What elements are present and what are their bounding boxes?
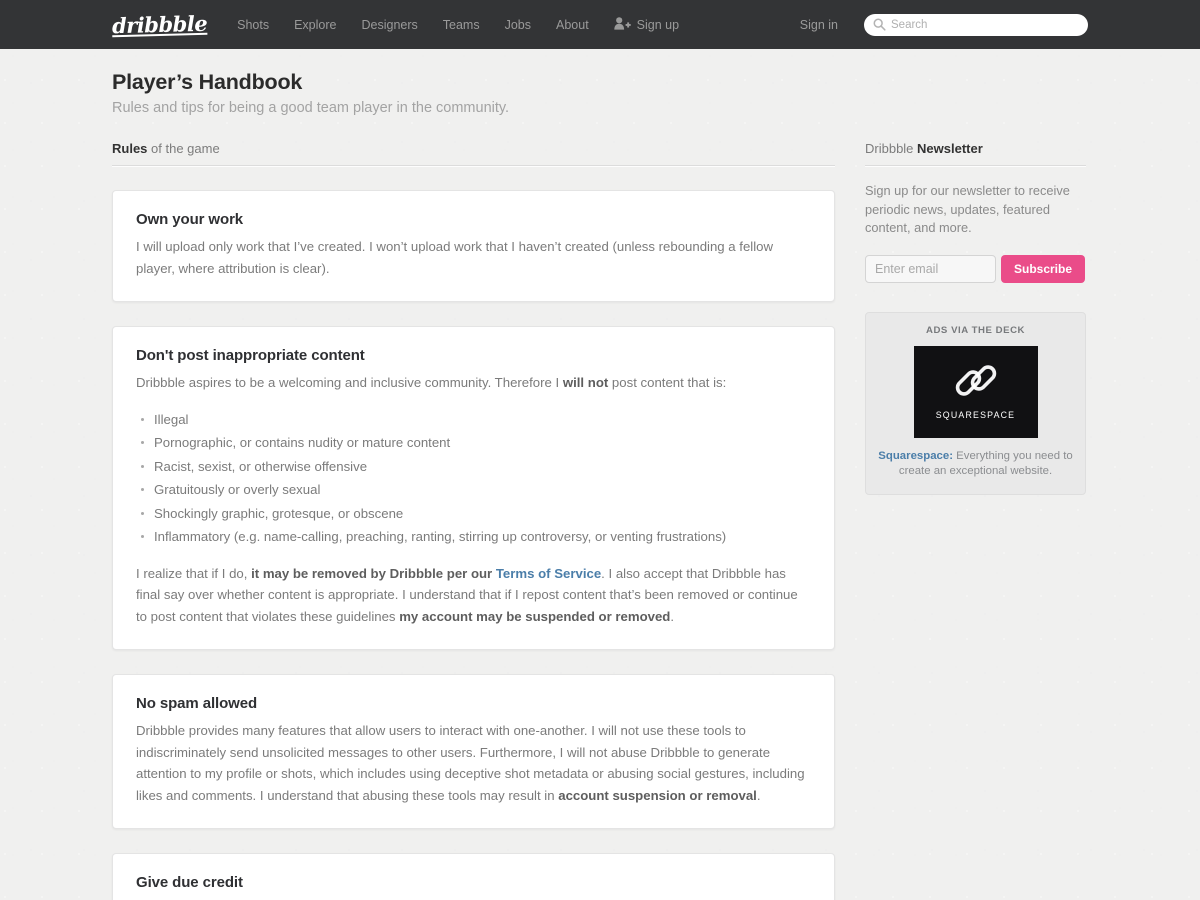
outro-text-c: . [670, 608, 675, 624]
nav-link-designers[interactable]: Designers [361, 18, 417, 32]
search-field-wrapper [864, 13, 1088, 36]
nav-link-teams[interactable]: Teams [443, 18, 480, 32]
newsletter-heading: Dribbble Newsletter [865, 141, 1086, 166]
main-content-column: Rules of the game Own your work I will u… [112, 141, 835, 900]
newsletter-heading-bold: Newsletter [917, 141, 983, 156]
newsletter-description: Sign up for our newsletter to receive pe… [865, 183, 1070, 235]
body-text-bold: account suspension or removal [558, 787, 757, 803]
list-item: Gratuitously or overly sexual [141, 478, 811, 502]
section-heading-rules: Rules of the game [112, 141, 835, 166]
list-item: Shockingly graphic, grotesque, or obscen… [141, 502, 811, 526]
newsletter-signup-form: Subscribe [865, 254, 1086, 283]
rule-card-title: Give due credit [136, 874, 243, 891]
email-field[interactable] [865, 254, 996, 283]
nav-link-about[interactable]: About [556, 18, 589, 32]
ad-image[interactable]: SQUARESPACE [913, 345, 1038, 438]
rule-card-no-spam: No spam allowed Dribbble provides many f… [112, 674, 835, 829]
page-header: Player’s Handbook Rules and tips for bei… [112, 49, 1088, 116]
section-heading-rest: of the game [147, 141, 220, 156]
rule-card-body: Dribbble provides many features that all… [136, 720, 811, 806]
top-navigation-bar: dribbble Shots Explore Designers Teams J… [0, 0, 1200, 49]
terms-of-service-link[interactable]: Terms of Service [496, 566, 601, 581]
rule-card-title: Don't post inappropriate content [136, 347, 365, 364]
rule-card-own-your-work: Own your work I will upload only work th… [112, 190, 835, 302]
sign-up-label: Sign up [636, 17, 680, 32]
intro-text-bold: will not [562, 375, 609, 390]
body-text-b: . [756, 787, 761, 803]
prohibited-content-list: Illegal Pornographic, or contains nudity… [136, 408, 811, 549]
ad-label: ADS VIA THE DECK [925, 324, 1026, 336]
nav-link-jobs[interactable]: Jobs [505, 18, 531, 32]
dribbble-logo[interactable]: dribbble [112, 11, 208, 38]
rule-card-give-due-credit: Give due credit [112, 853, 835, 900]
sign-up-button[interactable]: Sign up [613, 16, 680, 33]
outro-text-bold2: my account may be suspended or removed [399, 608, 671, 624]
page-title: Player’s Handbook [112, 70, 303, 94]
ad-brand-name: SQUARESPACE [935, 409, 1016, 420]
person-add-icon [613, 16, 631, 33]
rule-card-title: No spam allowed [136, 695, 258, 712]
ad-caption: Squarespace: Everything you need to crea… [878, 449, 1073, 480]
list-item: Racist, sexist, or otherwise offensive [141, 455, 811, 479]
search-input[interactable] [864, 13, 1088, 36]
nav-link-shots[interactable]: Shots [237, 18, 269, 32]
nav-link-explore[interactable]: Explore [294, 18, 336, 32]
rule-card-title: Own your work [136, 211, 244, 228]
page-container: Player’s Handbook Rules and tips for bei… [0, 49, 1200, 900]
section-heading-bold: Rules [112, 141, 148, 156]
sign-in-button[interactable]: Sign in [800, 18, 838, 32]
rule-card-body: I will upload only work that I’ve create… [136, 239, 774, 276]
rule-card-outro: I realize that if I do, it may be remove… [136, 563, 811, 628]
subscribe-button[interactable]: Subscribe [1001, 254, 1086, 283]
intro-text-a: Dribbble aspires to be a welcoming and i… [136, 375, 563, 390]
list-item: Inflammatory (e.g. name-calling, preachi… [141, 525, 811, 549]
list-item: Pornographic, or contains nudity or matu… [141, 431, 811, 455]
advertisement-box: ADS VIA THE DECK SQUARESPACE Squarespace… [865, 311, 1086, 495]
list-item: Illegal [141, 408, 811, 432]
newsletter-heading-light: Dribbble [865, 141, 918, 156]
rule-card-inappropriate-content: Don't post inappropriate content Dribbbl… [112, 326, 835, 650]
sidebar-column: Dribbble Newsletter Sign up for our news… [865, 141, 1086, 900]
ad-brand-link[interactable]: Squarespace: [878, 450, 953, 462]
squarespace-logo-icon [953, 364, 999, 403]
page-subtitle: Rules and tips for being a good team pla… [112, 100, 510, 116]
intro-text-b: post content that is: [608, 375, 727, 390]
rule-card-intro: Dribbble aspires to be a welcoming and i… [136, 372, 811, 394]
outro-text-bold1: it may be removed by Dribbble per our [251, 565, 496, 581]
outro-text-a: I realize that if I do, [136, 565, 252, 581]
